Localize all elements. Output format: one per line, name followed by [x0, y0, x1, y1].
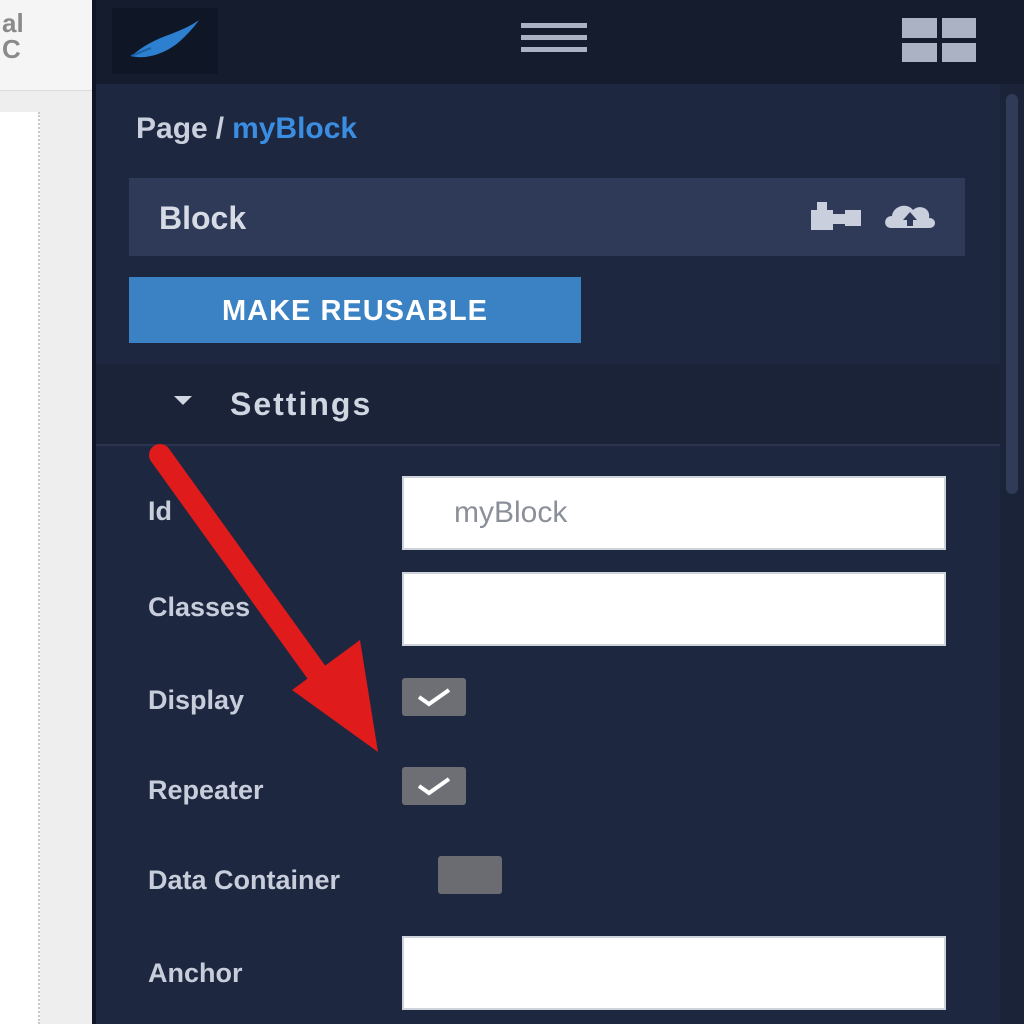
repeater-checkbox[interactable]	[402, 767, 466, 805]
cloud-upload-icon[interactable]	[881, 198, 939, 234]
panel-topbar	[96, 0, 1024, 84]
canvas-area: al C	[0, 0, 92, 1024]
breadcrumb: Page / myBlock	[136, 112, 357, 146]
repeater-label: Repeater	[148, 775, 264, 805]
checkmark-icon	[417, 777, 451, 796]
puzzle-icon[interactable]	[809, 198, 865, 234]
id-label: Id	[148, 496, 172, 526]
caret-down-icon	[174, 396, 192, 405]
breadcrumb-current[interactable]: myBlock	[232, 112, 357, 145]
settings-section-toggle[interactable]: Settings	[96, 364, 1000, 446]
anchor-input[interactable]	[402, 936, 946, 1010]
data-container-label: Data Container	[148, 865, 341, 895]
display-checkbox[interactable]	[402, 678, 466, 716]
breadcrumb-root[interactable]: Page	[136, 112, 208, 145]
make-reusable-button[interactable]: MAKE REUSABLE	[129, 277, 581, 343]
display-label: Display	[148, 685, 245, 715]
canvas-toolbar-text: al C	[2, 8, 24, 64]
breadcrumb-separator: /	[215, 112, 225, 145]
classes-label: Classes	[148, 592, 251, 622]
data-container-checkbox[interactable]	[438, 856, 502, 894]
grid-layout-icon[interactable]	[902, 18, 976, 62]
block-actions	[809, 198, 939, 234]
block-title: Block	[159, 200, 247, 236]
anchor-label: Anchor	[148, 958, 243, 988]
quill-icon[interactable]	[112, 8, 218, 74]
canvas-toolbar: al C	[0, 0, 92, 91]
hamburger-menu-icon[interactable]	[514, 16, 594, 66]
settings-section-label: Settings	[230, 386, 373, 422]
canvas-page[interactable]	[0, 112, 40, 1024]
settings-panel: Page / myBlock Block MAKE REUSABLE Setting…	[96, 0, 1024, 1024]
block-header: Block	[129, 178, 965, 256]
scrollbar-thumb[interactable]	[1006, 94, 1018, 494]
id-input[interactable]	[402, 476, 946, 550]
classes-input[interactable]	[402, 572, 946, 646]
checkmark-icon	[417, 688, 451, 707]
